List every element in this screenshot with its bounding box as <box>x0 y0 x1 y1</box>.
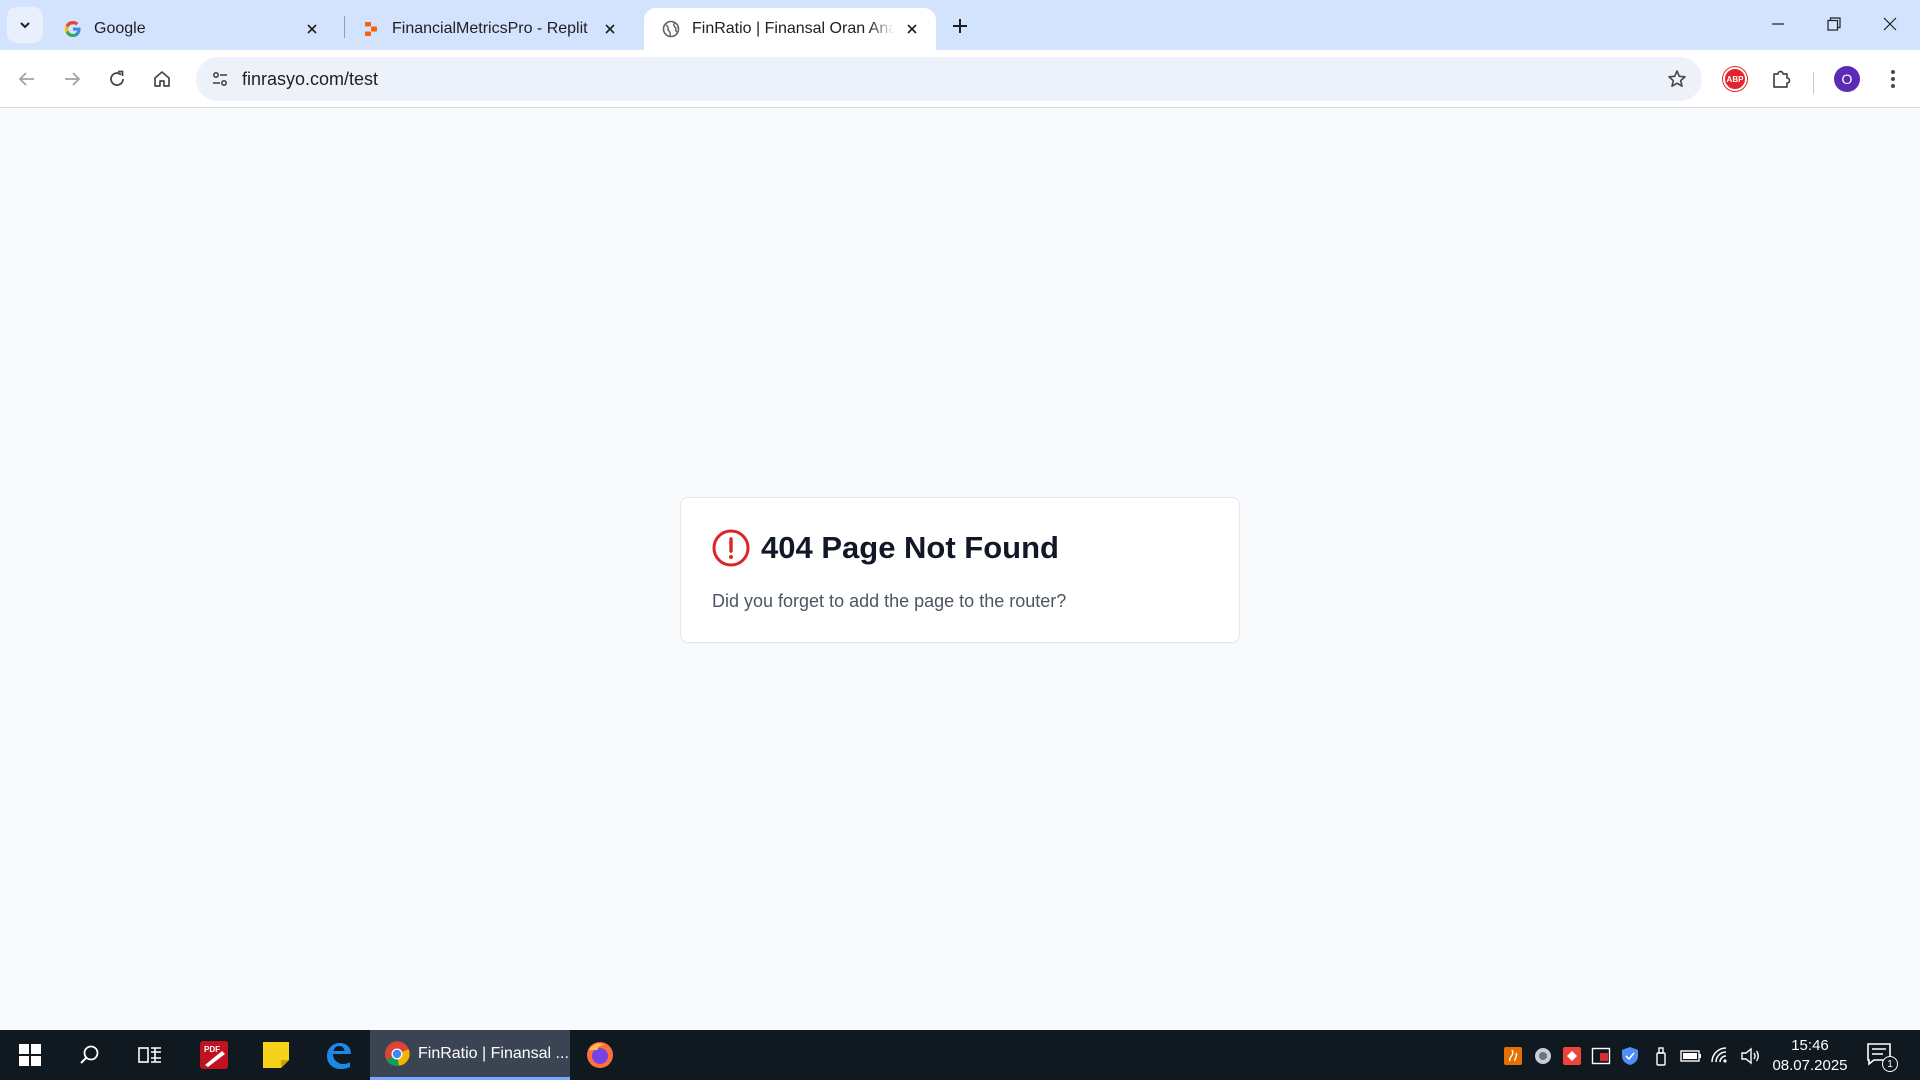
extensions-button[interactable] <box>1765 63 1797 95</box>
address-bar[interactable]: finrasyo.com/test <box>196 57 1702 101</box>
chevron-down-icon <box>20 22 30 29</box>
restore-icon <box>1827 17 1841 31</box>
window-close-button[interactable] <box>1862 0 1918 48</box>
app-tray-icon[interactable] <box>1532 1045 1554 1067</box>
task-view-icon <box>138 1047 161 1063</box>
taskbar-search-button[interactable] <box>60 1030 120 1080</box>
home-button[interactable] <box>144 61 180 97</box>
minimize-icon <box>1772 23 1784 25</box>
tab-search-button[interactable] <box>7 7 43 43</box>
taskbar-firefox[interactable] <box>572 1030 628 1080</box>
tab-replit[interactable]: FinancialMetricsPro - Replit <box>344 8 634 50</box>
url-text[interactable]: finrasyo.com/test <box>242 69 378 90</box>
anydesk-icon[interactable] <box>1561 1045 1583 1067</box>
profile-button[interactable]: O <box>1831 63 1863 95</box>
task-view-button[interactable] <box>120 1030 180 1080</box>
taskbar-edge[interactable] <box>310 1030 366 1080</box>
more-vert-icon <box>1891 70 1895 88</box>
volume-icon[interactable] <box>1740 1045 1762 1067</box>
alert-circle-icon <box>712 529 750 567</box>
minimize-button[interactable] <box>1750 0 1806 48</box>
browser-menu-button[interactable] <box>1877 63 1909 95</box>
close-icon[interactable] <box>902 19 922 39</box>
abp-icon: ABP <box>1723 67 1747 91</box>
pdf-editor-icon: PDF <box>200 1041 228 1069</box>
clock-time: 15:46 <box>1791 1037 1829 1054</box>
close-icon <box>1883 17 1897 31</box>
media-icon[interactable] <box>1590 1045 1612 1067</box>
start-button[interactable] <box>0 1030 60 1080</box>
new-tab-button[interactable] <box>946 12 974 40</box>
back-button[interactable] <box>9 61 45 97</box>
close-icon[interactable] <box>600 19 620 39</box>
browser-toolbar: finrasyo.com/test ABP O <box>0 50 1920 108</box>
chrome-icon <box>385 1040 410 1066</box>
adblock-plus-extension[interactable]: ABP <box>1719 63 1751 95</box>
globe-icon <box>662 20 680 38</box>
page-title: 404 Page Not Found <box>761 530 1059 565</box>
not-found-card: 404 Page Not Found Did you forget to add… <box>680 497 1240 643</box>
search-icon <box>80 1045 99 1064</box>
taskbar-chrome-window[interactable]: FinRatio | Finansal ... <box>370 1030 570 1080</box>
site-info-icon[interactable] <box>206 65 234 93</box>
reload-icon <box>110 70 124 86</box>
defender-icon[interactable] <box>1619 1045 1641 1067</box>
replit-icon <box>362 20 380 38</box>
edge-icon <box>327 1043 351 1069</box>
tab-title: FinancialMetricsPro - Replit <box>392 20 588 37</box>
taskbar-pdf-editor[interactable]: PDF <box>186 1030 242 1080</box>
wifi-icon[interactable] <box>1710 1045 1732 1067</box>
notification-count-badge: 1 <box>1882 1056 1898 1072</box>
start-icon <box>19 1044 41 1066</box>
bookmark-star-icon[interactable] <box>1664 66 1690 92</box>
tab-strip: Google FinancialMetricsPro - Replit FinR… <box>0 0 1920 50</box>
forward-button[interactable] <box>54 61 90 97</box>
sticky-notes-icon <box>263 1042 289 1068</box>
reload-button[interactable] <box>99 61 135 97</box>
tab-finratio[interactable]: FinRatio | Finansal Oran Analiz Platform… <box>644 8 936 50</box>
arrow-right-icon <box>65 72 81 86</box>
toolbar-divider <box>1813 72 1814 94</box>
card-header: 404 Page Not Found <box>711 528 1059 568</box>
java-icon[interactable] <box>1502 1045 1524 1067</box>
google-icon <box>64 20 82 38</box>
action-center-button[interactable]: 1 <box>1866 1042 1898 1072</box>
clock-date: 08.07.2025 <box>1772 1057 1848 1074</box>
restore-button[interactable] <box>1806 0 1862 48</box>
firefox-icon <box>587 1042 613 1068</box>
tab-title: FinRatio | Finansal Oran Analiz Platform… <box>692 20 894 37</box>
taskbar-window-label: FinRatio | Finansal ... <box>418 1044 569 1062</box>
plus-icon <box>953 19 967 33</box>
page-content: 404 Page Not Found Did you forget to add… <box>0 109 1920 1030</box>
close-icon[interactable] <box>302 19 322 39</box>
home-icon <box>154 71 170 87</box>
taskbar-clock[interactable]: 15:46 08.07.2025 <box>1770 1036 1850 1076</box>
tab-title: Google <box>94 20 146 37</box>
error-message: Did you forget to add the page to the ro… <box>712 591 1067 611</box>
puzzle-icon <box>1773 70 1791 88</box>
taskbar: PDF FinRatio | Finansal ... 15:46 08.07.… <box>0 1030 1920 1080</box>
svg-text:PDF: PDF <box>204 1045 220 1054</box>
battery-icon[interactable] <box>1680 1045 1702 1067</box>
arrow-left-icon <box>18 72 34 86</box>
usb-icon[interactable] <box>1650 1045 1672 1067</box>
tab-google[interactable]: Google <box>46 8 336 50</box>
avatar: O <box>1834 66 1860 92</box>
taskbar-sticky-notes[interactable] <box>248 1030 304 1080</box>
